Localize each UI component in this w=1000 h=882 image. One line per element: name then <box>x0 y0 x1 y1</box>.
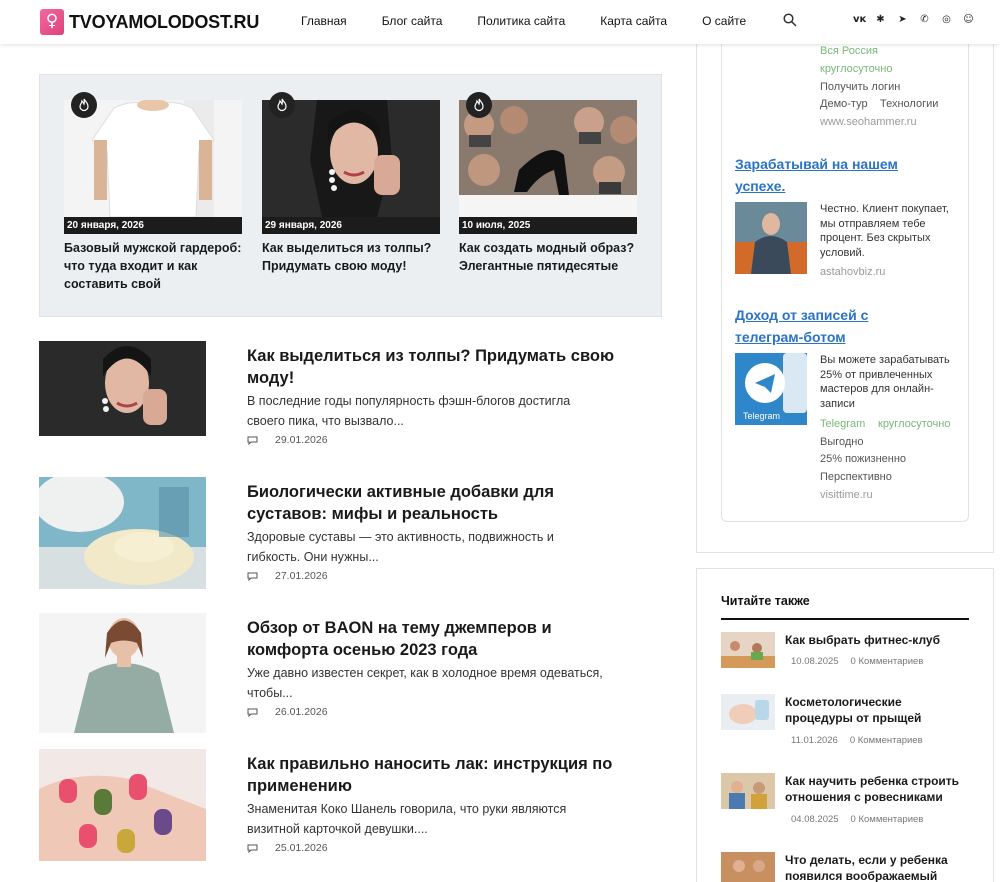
ad-headline[interactable]: Зарабатывай на нашем успехе. <box>735 153 935 197</box>
featured-image[interactable] <box>262 100 440 217</box>
read-also-date: 10.08.2025 <box>791 656 839 667</box>
read-also-date: 04.08.2025 <box>791 814 839 825</box>
main-nav: Главная Блог сайта Политика сайта Карта … <box>301 14 781 28</box>
viber-icon[interactable]: ✆ <box>919 14 930 25</box>
featured-date: 20 января, 2026 <box>64 217 242 234</box>
read-also-date: 11.01.2026 <box>791 735 838 746</box>
ad-image[interactable] <box>735 44 795 48</box>
odnoklassniki-icon[interactable]: ✱ <box>875 14 886 25</box>
nav-blog[interactable]: Блог сайта <box>382 14 443 28</box>
featured-image[interactable] <box>64 100 242 217</box>
ad-link[interactable]: Технологии <box>880 98 938 110</box>
telegram-icon[interactable]: ➤ <box>897 14 908 25</box>
nav-home[interactable]: Главная <box>301 14 347 28</box>
comment-icon <box>247 844 258 853</box>
featured-image[interactable] <box>459 100 637 217</box>
read-also-thumbnail[interactable] <box>721 694 775 730</box>
ad-domain[interactable]: visittime.ru <box>820 489 873 501</box>
logo-text: TVOYAMOLODOST.RU <box>69 11 260 32</box>
post-excerpt: В последние годы популярность фэшн-блого… <box>247 394 571 428</box>
read-also-comments[interactable]: 0 Комментариев <box>850 735 923 746</box>
featured-card[interactable]: 10 июля, 2025 Как создать модный образ? … <box>459 92 637 275</box>
featured-card[interactable]: 29 января, 2026 Как выделиться из толпы?… <box>262 92 440 275</box>
post-excerpt: Уже давно известен секрет, как в холодно… <box>247 666 603 700</box>
vk-icon[interactable]: ᴠᴋ <box>853 14 866 25</box>
ad-domain[interactable]: astahovbiz.ru <box>820 266 885 278</box>
ad-link[interactable]: 25% пожизненно <box>820 453 906 465</box>
nav-sitemap[interactable]: Карта сайта <box>600 14 667 28</box>
featured-title[interactable]: Базовый мужской гардероб: что туда входи… <box>64 239 242 293</box>
fire-icon <box>466 92 492 118</box>
post-date: 26.01.2026 <box>275 706 328 718</box>
read-also-comments[interactable]: 0 Комментариев <box>851 814 924 825</box>
post-meta: 26.01.2026 <box>247 706 328 718</box>
featured-block: 20 января, 2026 Базовый мужской гардероб… <box>39 74 662 317</box>
post-thumbnail[interactable] <box>39 477 206 589</box>
fire-icon <box>269 92 295 118</box>
read-also-thumbnail[interactable] <box>721 852 775 882</box>
ad-link[interactable]: Перспективно <box>820 471 892 483</box>
ad-link[interactable]: Демо-тур <box>820 98 868 110</box>
ad-text-line: Вся Россия <box>820 45 878 57</box>
read-also-meta: 04.08.2025 0 Комментариев <box>791 814 923 825</box>
post-date: 25.01.2026 <box>275 842 328 854</box>
logo-icon <box>40 9 64 35</box>
post-meta: 25.01.2026 <box>247 842 328 854</box>
ad-description: Вы можете зарабатывать 25% от привлеченн… <box>820 354 950 410</box>
post-thumbnail[interactable] <box>39 613 206 733</box>
post-date: 27.01.2026 <box>275 570 328 582</box>
featured-card[interactable]: 20 января, 2026 Базовый мужской гардероб… <box>64 92 242 293</box>
whatsapp-icon[interactable]: ◎ <box>941 14 952 25</box>
read-also-title-link[interactable]: Косметологические процедуры от прыщей <box>785 694 965 726</box>
post-title[interactable]: Обзор от BAON на тему джемперов и комфор… <box>247 617 627 661</box>
svg-text:Telegram: Telegram <box>743 411 780 421</box>
read-also-thumbnail[interactable] <box>721 773 775 809</box>
site-logo[interactable]: TVOYAMOLODOST.RU <box>40 8 259 36</box>
ad-domain[interactable]: www.seohammer.ru <box>820 116 917 128</box>
ad-image[interactable] <box>735 202 807 274</box>
read-also-thumbnail[interactable] <box>721 632 775 668</box>
read-also-title: Читайте также <box>721 594 810 608</box>
read-also-title-link[interactable]: Как научить ребенка строить отношения с … <box>785 773 965 805</box>
post-date: 29.01.2026 <box>275 434 328 446</box>
ad-tag: Telegram <box>820 418 866 430</box>
read-also-title-link[interactable]: Как выбрать фитнес-клуб <box>785 632 965 648</box>
featured-date: 10 июля, 2025 <box>459 217 637 234</box>
featured-date: 29 января, 2026 <box>262 217 440 234</box>
nav-about[interactable]: О сайте <box>702 14 746 28</box>
search-icon[interactable] <box>783 13 797 27</box>
post-title[interactable]: Как выделиться из толпы? Придумать свою … <box>247 345 627 389</box>
post-meta: 27.01.2026 <box>247 570 328 582</box>
comment-icon <box>247 436 258 445</box>
ad-image[interactable]: Telegram <box>735 353 807 425</box>
ad-link[interactable]: Выгодно <box>820 436 864 448</box>
post-meta: 29.01.2026 <box>247 434 328 446</box>
site-header: TVOYAMOLODOST.RU Главная Блог сайта Поли… <box>0 0 1000 44</box>
fire-icon <box>71 92 97 118</box>
ad-description: Честно. Клиент покупает, мы отправляем т… <box>820 203 949 259</box>
read-also-meta: 10.08.2025 0 Комментариев <box>791 656 923 667</box>
nav-policy[interactable]: Политика сайта <box>477 14 565 28</box>
ad-link[interactable]: Получить логин <box>820 81 900 93</box>
read-also-comments[interactable]: 0 Комментариев <box>851 656 924 667</box>
social-links: ᴠᴋ ✱ ➤ ✆ ◎ ☺ <box>853 14 985 25</box>
divider <box>721 618 969 620</box>
comment-icon <box>247 708 258 717</box>
ad-text-line: круглосуточно <box>820 63 893 75</box>
post-thumbnail[interactable] <box>39 341 206 436</box>
featured-title[interactable]: Как выделиться из толпы? Придумать свою … <box>262 239 440 275</box>
read-also-meta: 11.01.2026 0 Комментариев <box>791 735 923 746</box>
ad-tag: круглосуточно <box>878 418 951 430</box>
comment-icon <box>247 572 258 581</box>
post-excerpt: Здоровые суставы — это активность, подви… <box>247 530 554 564</box>
featured-title[interactable]: Как создать модный образ? Элегантные пят… <box>459 239 637 275</box>
post-excerpt: Знаменитая Коко Шанель говорила, что рук… <box>247 802 567 836</box>
yandex-zen-icon[interactable]: ☺ <box>963 14 974 25</box>
post-thumbnail[interactable] <box>39 749 206 861</box>
post-title[interactable]: Как правильно наносить лак: инструкция п… <box>247 753 627 797</box>
ad-headline[interactable]: Доход от записей с телеграм-ботом <box>735 304 935 348</box>
read-also-title-link[interactable]: Что делать, если у ребенка появился вооб… <box>785 852 965 882</box>
post-title[interactable]: Биологически активные добавки для сустав… <box>247 481 627 525</box>
